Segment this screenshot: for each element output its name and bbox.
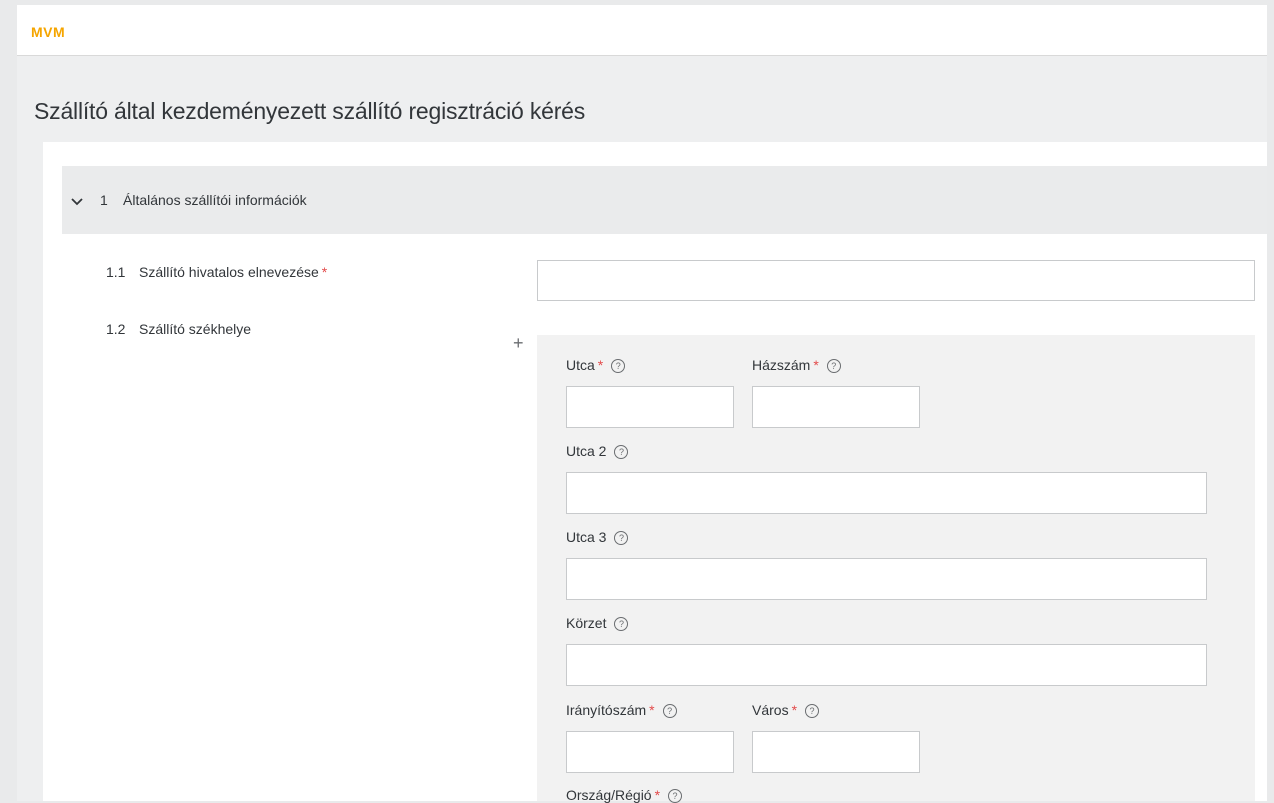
required-marker: * <box>649 702 655 718</box>
street3-label-text: Utca 3 <box>566 529 607 545</box>
legal-name-input[interactable] <box>537 260 1255 301</box>
street-input[interactable] <box>566 386 734 428</box>
street3-label: Utca 3? <box>566 529 629 545</box>
city-input[interactable] <box>752 731 920 773</box>
address-panel: Utca *? Házszám *? Utca 2? Utca 3? Körzet?… <box>537 335 1255 803</box>
section-header-general-info[interactable]: 1 Általános szállítói információk <box>62 166 1267 234</box>
required-marker: * <box>813 357 819 373</box>
house-number-label-text: Házszám <box>752 357 811 373</box>
chevron-down-icon[interactable] <box>70 194 84 208</box>
section-number: 1 <box>100 192 108 208</box>
question-label-legal-name: Szállító hivatalos elnevezése * <box>139 264 327 280</box>
street2-label: Utca 2? <box>566 443 629 459</box>
district-label-text: Körzet <box>566 615 607 631</box>
help-circle-icon[interactable]: ? <box>614 617 629 631</box>
city-label: Város *? <box>752 702 820 718</box>
required-marker: * <box>321 264 328 280</box>
question-number-1-1: 1.1 <box>106 264 126 280</box>
house-number-label: Házszám *? <box>752 357 841 373</box>
question-number-1-2: 1.2 <box>106 321 126 337</box>
help-circle-icon[interactable]: ? <box>805 704 820 718</box>
required-marker: * <box>597 357 604 373</box>
street2-input[interactable] <box>566 472 1207 514</box>
house-number-input[interactable] <box>752 386 920 428</box>
help-circle-icon[interactable]: ? <box>826 359 841 373</box>
required-marker: * <box>791 702 798 718</box>
help-circle-icon[interactable]: ? <box>614 445 629 459</box>
page-container: MVM Szállító által kezdeményezett szállí… <box>17 5 1267 803</box>
top-bar: MVM <box>17 5 1267 56</box>
street-label-text: Utca <box>566 357 595 373</box>
street-label: Utca *? <box>566 357 626 373</box>
street2-label-text: Utca 2 <box>566 443 607 459</box>
question-label-text: Szállító hivatalos elnevezése <box>139 264 319 280</box>
page-title: Szállító által kezdeményezett szállító r… <box>34 98 586 124</box>
postal-code-label-text: Irányítószám <box>566 702 647 718</box>
question-label-headquarters: Szállító székhelye <box>139 321 252 337</box>
city-label-text: Város <box>752 702 789 718</box>
form-card: 1 Általános szállítói információk 1.1 Sz… <box>43 142 1267 803</box>
help-circle-icon[interactable]: ? <box>611 359 626 373</box>
help-circle-icon[interactable]: ? <box>614 531 629 545</box>
postal-code-input[interactable] <box>566 731 734 773</box>
section-title: Általános szállítói információk <box>123 192 307 208</box>
district-label: Körzet? <box>566 615 629 631</box>
mvm-logo[interactable]: MVM <box>31 24 65 40</box>
street3-input[interactable] <box>566 558 1207 600</box>
help-circle-icon[interactable]: ? <box>662 704 677 718</box>
postal-code-label: Irányítószám *? <box>566 702 677 718</box>
plus-icon[interactable]: + <box>513 334 524 352</box>
district-input[interactable] <box>566 644 1207 686</box>
